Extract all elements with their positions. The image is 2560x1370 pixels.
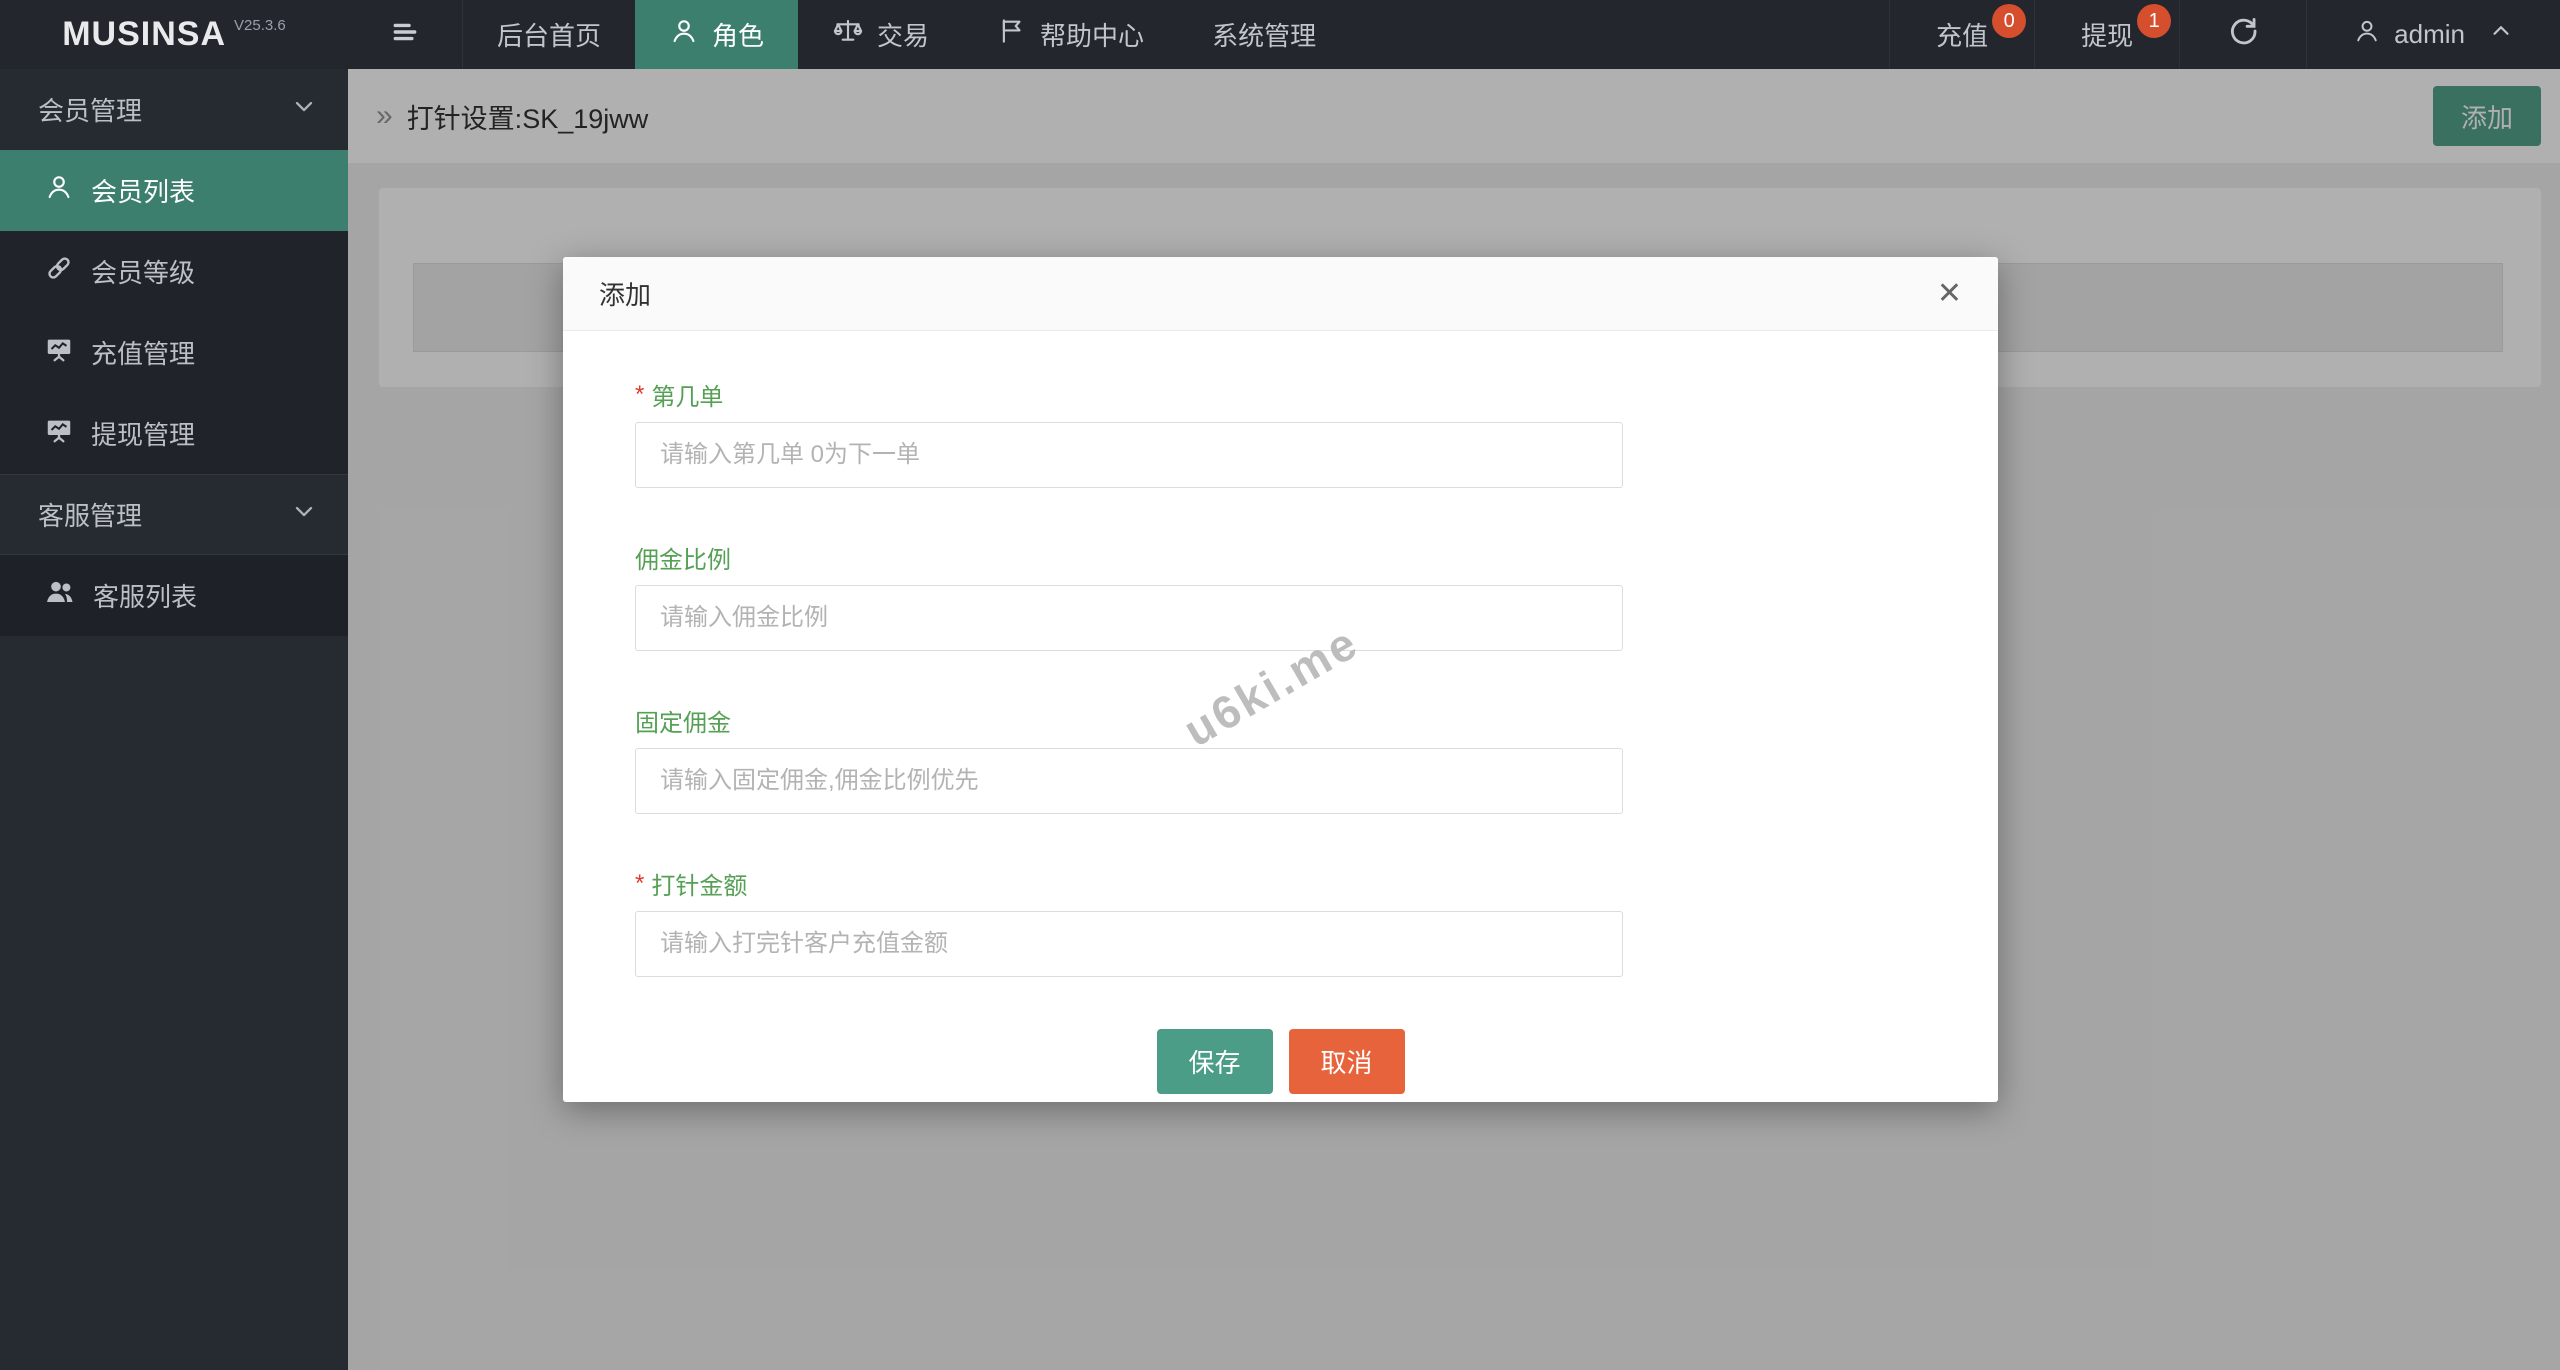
sidebar-group-service-management[interactable]: 客服管理 — [0, 474, 348, 555]
withdraw-badge: 1 — [2137, 4, 2171, 38]
sidebar-item-label: 充值管理 — [91, 334, 195, 371]
user-icon — [44, 172, 74, 209]
top-navbar: MUSINSA V25.3.6 后台首页 角色 交易 帮助中心 系统管理 充值 … — [0, 0, 2560, 69]
withdraw-menu[interactable]: 提现 1 — [2034, 0, 2179, 69]
sidebar-item-label: 客服列表 — [93, 577, 197, 614]
app-version: V25.3.6 — [234, 17, 286, 34]
chevron-down-icon — [290, 497, 318, 532]
field-label: * 第几单 — [635, 377, 1926, 412]
field-label: * 打针金额 — [635, 866, 1926, 901]
chart-board-icon — [44, 334, 74, 371]
sidebar-item-label: 会员等级 — [91, 253, 195, 290]
tab-system[interactable]: 系统管理 — [1178, 0, 1350, 69]
chart-board-icon — [44, 415, 74, 452]
dialog-header: 添加 ✕ — [563, 257, 1998, 331]
sidebar-group-label: 会员管理 — [38, 91, 142, 128]
field-label-text: 第几单 — [651, 384, 723, 411]
scales-icon — [832, 15, 864, 54]
withdraw-label: 提现 — [2081, 16, 2133, 53]
required-marker: * — [635, 381, 644, 408]
chevron-down-icon — [290, 92, 318, 127]
add-dialog: 添加 ✕ * 第几单 佣金比例 固定佣金 * 打针金额 — [563, 257, 1998, 1102]
user-icon — [2353, 17, 2381, 52]
dialog-actions: 保存 取消 — [635, 1029, 1926, 1094]
app-logo: MUSINSA — [62, 15, 226, 54]
tab-roles-label: 角色 — [712, 16, 764, 53]
recharge-menu[interactable]: 充值 0 — [1889, 0, 2034, 69]
required-marker: * — [635, 870, 644, 897]
recharge-badge: 0 — [1992, 4, 2026, 38]
users-icon — [44, 576, 76, 615]
navbar-right: 充值 0 提现 1 admin — [1889, 0, 2560, 69]
sidebar-item-service-list[interactable]: 客服列表 — [0, 555, 348, 636]
hamburger-icon — [388, 15, 422, 54]
sidebar-item-member-list[interactable]: 会员列表 — [0, 150, 348, 231]
field-commission-ratio: 佣金比例 — [635, 540, 1926, 651]
link-icon — [44, 253, 74, 290]
dialog-form: * 第几单 佣金比例 固定佣金 * 打针金额 保存 取消 — [563, 331, 1998, 1094]
logo-area: MUSINSA V25.3.6 — [0, 0, 348, 69]
sidebar-item-recharge-management[interactable]: 充值管理 — [0, 312, 348, 393]
collapse-menu-button[interactable] — [348, 0, 463, 69]
tab-home-label: 后台首页 — [497, 16, 601, 53]
fixed-commission-input[interactable] — [635, 748, 1623, 814]
username: admin — [2394, 19, 2465, 50]
tab-trade[interactable]: 交易 — [798, 0, 963, 69]
tab-roles[interactable]: 角色 — [635, 0, 798, 69]
refresh-button[interactable] — [2179, 0, 2306, 69]
sidebar-item-member-level[interactable]: 会员等级 — [0, 231, 348, 312]
tab-help-center[interactable]: 帮助中心 — [963, 0, 1178, 69]
close-icon[interactable]: ✕ — [1937, 279, 1962, 309]
save-button[interactable]: 保存 — [1157, 1029, 1273, 1094]
field-injection-amount: * 打针金额 — [635, 866, 1926, 977]
user-menu[interactable]: admin — [2306, 0, 2560, 69]
dialog-title: 添加 — [599, 275, 651, 312]
field-fixed-commission: 固定佣金 — [635, 703, 1926, 814]
sidebar-group-label: 客服管理 — [38, 496, 142, 533]
user-icon — [669, 16, 699, 53]
sidebar-item-label: 提现管理 — [91, 415, 195, 452]
field-label: 固定佣金 — [635, 703, 1926, 738]
recharge-label: 充值 — [1936, 16, 1988, 53]
refresh-icon — [2226, 14, 2260, 55]
sidebar-item-label: 会员列表 — [91, 172, 195, 209]
injection-amount-input[interactable] — [635, 911, 1623, 977]
tab-home[interactable]: 后台首页 — [463, 0, 635, 69]
field-label-text: 打针金额 — [651, 873, 747, 900]
flag-icon — [997, 16, 1027, 53]
chevron-up-icon — [2488, 18, 2514, 51]
tab-system-label: 系统管理 — [1212, 16, 1316, 53]
tab-help-label: 帮助中心 — [1040, 16, 1144, 53]
commission-ratio-input[interactable] — [635, 585, 1623, 651]
field-label-text: 佣金比例 — [635, 547, 731, 574]
sidebar-group-member-management[interactable]: 会员管理 — [0, 69, 348, 150]
order-number-input[interactable] — [635, 422, 1623, 488]
sidebar: 会员管理 会员列表 会员等级 充值管理 提现管理 客服管理 — [0, 69, 348, 1370]
sidebar-item-withdraw-management[interactable]: 提现管理 — [0, 393, 348, 474]
field-order-number: * 第几单 — [635, 377, 1926, 488]
field-label-text: 固定佣金 — [635, 710, 731, 737]
tab-trade-label: 交易 — [877, 16, 929, 53]
field-label: 佣金比例 — [635, 540, 1926, 575]
cancel-button[interactable]: 取消 — [1289, 1029, 1405, 1094]
